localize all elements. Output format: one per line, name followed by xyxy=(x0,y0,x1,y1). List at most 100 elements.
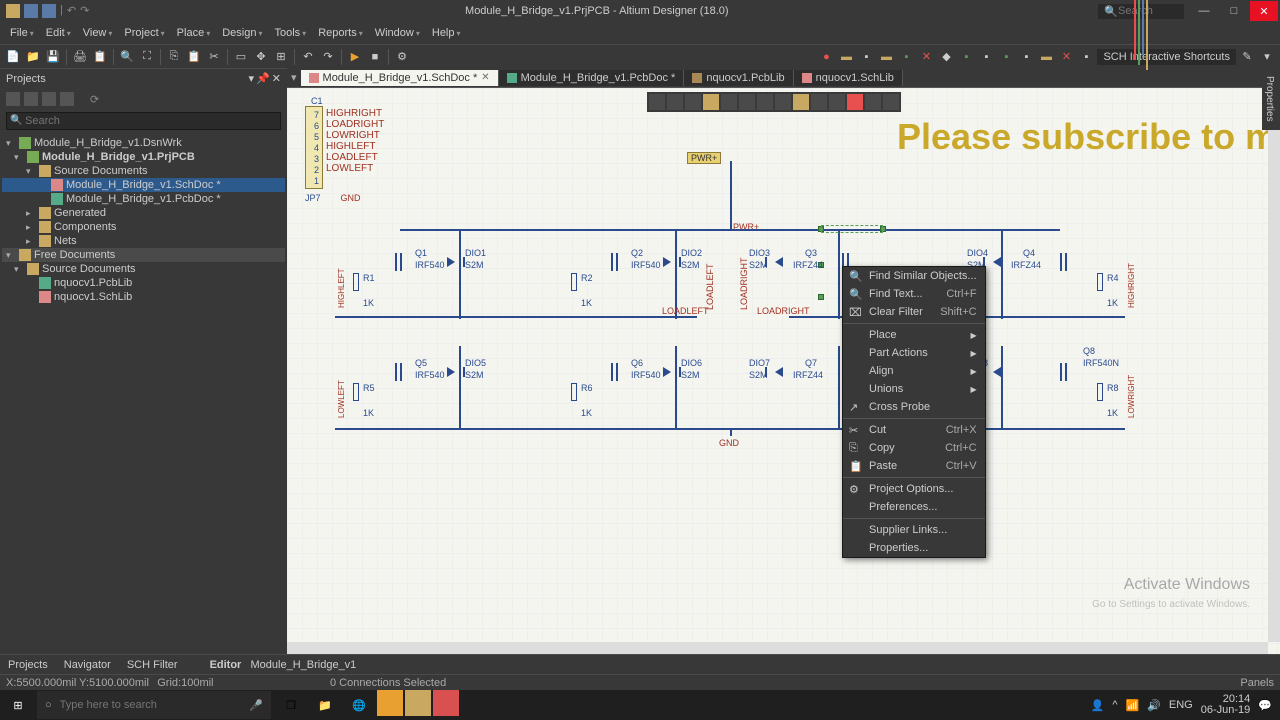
canvas-scroll-v[interactable] xyxy=(1268,88,1280,642)
ctx-project-options[interactable]: ⚙Project Options... xyxy=(843,480,985,498)
tree-free-docs[interactable]: ▾Free Documents xyxy=(2,248,285,262)
tool-run-icon[interactable]: ▶ xyxy=(346,48,364,66)
menu-file[interactable]: File▾ xyxy=(4,25,40,41)
ctx-cut[interactable]: ✂CutCtrl+X xyxy=(843,421,985,439)
tray-lang[interactable]: ENG xyxy=(1169,699,1193,711)
ctx-unions[interactable]: Unions▶ xyxy=(843,380,985,398)
rt-n-icon[interactable]: ▪ xyxy=(1077,48,1095,66)
menu-place[interactable]: Place▾ xyxy=(171,25,217,41)
r2[interactable] xyxy=(571,273,577,291)
app2-icon[interactable] xyxy=(433,690,459,716)
tab-close-icon[interactable]: ✕ xyxy=(481,72,489,83)
menu-tools[interactable]: Tools▾ xyxy=(268,25,312,41)
tab-pcbdoc[interactable]: Module_H_Bridge_v1.PcbDoc * xyxy=(499,70,685,86)
wire[interactable] xyxy=(459,229,461,263)
tree-source-docs[interactable]: ▾Source Documents xyxy=(2,164,285,178)
wire[interactable] xyxy=(400,229,1060,231)
rt-k-icon[interactable]: ▪ xyxy=(1017,48,1035,66)
rt-c-icon[interactable]: ▪ xyxy=(857,48,875,66)
wire[interactable] xyxy=(675,346,677,430)
tool-misc-icon[interactable]: ⚙ xyxy=(393,48,411,66)
rt-j-icon[interactable]: ▪ xyxy=(997,48,1015,66)
tree-project[interactable]: ▾Module_H_Bridge_v1.PrjPCB xyxy=(2,150,285,164)
tray-vol-icon[interactable]: 🔊 xyxy=(1147,699,1161,712)
rt-dd-icon[interactable]: ▾ xyxy=(1258,48,1276,66)
rt-a-icon[interactable]: ● xyxy=(817,48,835,66)
pwr-tag[interactable]: PWR+ xyxy=(687,152,721,164)
menu-reports[interactable]: Reports▾ xyxy=(312,25,369,41)
wire[interactable] xyxy=(459,316,697,318)
tool-zoom-icon[interactable]: 🔍 xyxy=(118,48,136,66)
tool-cut-icon[interactable]: ✂ xyxy=(205,48,223,66)
rt-l-icon[interactable]: ▬ xyxy=(1037,48,1055,66)
tree-schdoc[interactable]: Module_H_Bridge_v1.SchDoc * xyxy=(2,178,285,192)
r6[interactable] xyxy=(571,383,577,401)
altium-icon[interactable] xyxy=(405,690,431,716)
dio1[interactable] xyxy=(447,257,455,267)
q2[interactable] xyxy=(611,253,629,271)
ptool-2-icon[interactable] xyxy=(24,92,38,106)
ctx-place[interactable]: Place▶ xyxy=(843,326,985,344)
tray-clock[interactable]: 20:14 06-Jun-19 xyxy=(1201,694,1251,716)
sch-shortcuts-label[interactable]: SCH Interactive Shortcuts xyxy=(1097,49,1236,65)
ctx-find-text[interactable]: 🔍Find Text...Ctrl+F xyxy=(843,285,985,303)
tab-schlib[interactable]: nquocv1.SchLib xyxy=(794,70,903,86)
ptool-1-icon[interactable] xyxy=(6,92,20,106)
mic-icon[interactable]: 🎤 xyxy=(249,699,263,712)
wire[interactable] xyxy=(1001,263,1003,319)
wire[interactable] xyxy=(335,316,459,318)
ctx-clear-filter[interactable]: ⌧Clear FilterShift+C xyxy=(843,303,985,321)
tree-fd-pcblib[interactable]: nquocv1.PcbLib xyxy=(2,276,285,290)
tab-schdoc[interactable]: Module_H_Bridge_v1.SchDoc *✕ xyxy=(301,70,499,86)
rt-i-icon[interactable]: ▪ xyxy=(977,48,995,66)
dio5[interactable] xyxy=(447,367,455,377)
rt-b-icon[interactable]: ▬ xyxy=(837,48,855,66)
ctx-copy[interactable]: ⎘CopyCtrl+C xyxy=(843,439,985,457)
tree-fd-source[interactable]: ▾Source Documents xyxy=(2,262,285,276)
r5[interactable] xyxy=(353,383,359,401)
tab-pcblib[interactable]: nquocv1.PcbLib xyxy=(684,70,793,86)
redo-icon[interactable]: ↷ xyxy=(80,4,89,18)
tool-fit-icon[interactable]: ⛶ xyxy=(138,48,156,66)
tool-paste-icon[interactable]: 📋 xyxy=(185,48,203,66)
maximize-button[interactable]: □ xyxy=(1220,1,1248,21)
ptool-3-icon[interactable] xyxy=(42,92,56,106)
r4[interactable] xyxy=(1097,273,1103,291)
dio2[interactable] xyxy=(663,257,671,267)
dio4[interactable] xyxy=(993,257,1001,267)
ctx-properties[interactable]: Properties... xyxy=(843,539,985,557)
menu-project[interactable]: Project▾ xyxy=(118,25,170,41)
canvas-scroll-h[interactable] xyxy=(287,642,1268,654)
taskbar-search[interactable]: ○ 🎤 xyxy=(37,691,271,719)
panel-close-icon[interactable]: ✕ xyxy=(272,72,281,85)
ctx-part-actions[interactable]: Part Actions▶ xyxy=(843,344,985,362)
minimize-button[interactable]: — xyxy=(1190,1,1218,21)
chrome-icon[interactable]: 🌐 xyxy=(343,690,375,720)
q5[interactable] xyxy=(395,363,413,381)
q8[interactable] xyxy=(1049,363,1067,381)
tool-new-icon[interactable]: 📄 xyxy=(4,48,22,66)
wire[interactable] xyxy=(838,263,840,319)
save-icon[interactable] xyxy=(24,4,38,18)
ctx-paste[interactable]: 📋PasteCtrl+V xyxy=(843,457,985,475)
panel-dd-icon[interactable]: ▾ xyxy=(249,72,255,85)
taskbar-search-input[interactable] xyxy=(60,699,242,711)
dio6[interactable] xyxy=(663,367,671,377)
menu-help[interactable]: Help▾ xyxy=(426,25,467,41)
ctx-find-similar[interactable]: 🔍Find Similar Objects... xyxy=(843,267,985,285)
tool-grid-icon[interactable]: ⊞ xyxy=(272,48,290,66)
properties-tab[interactable]: Properties xyxy=(1262,68,1277,130)
menu-window[interactable]: Window▾ xyxy=(369,25,426,41)
tool-move-icon[interactable]: ✥ xyxy=(252,48,270,66)
saveall-icon[interactable] xyxy=(42,4,56,18)
close-button[interactable]: ✕ xyxy=(1250,1,1278,21)
tray-net-icon[interactable]: 📶 xyxy=(1126,699,1140,712)
schematic-canvas[interactable]: Please subscribe to my channel C1 7 6 5 … xyxy=(287,88,1280,654)
tree-generated[interactable]: ▸Generated xyxy=(2,206,285,220)
tool-redo2-icon[interactable]: ↷ xyxy=(319,48,337,66)
tray-people-icon[interactable]: 👤 xyxy=(1091,699,1105,712)
explorer-icon[interactable]: 📁 xyxy=(309,690,341,720)
ctx-cross-probe[interactable]: ↗Cross Probe xyxy=(843,398,985,416)
r1[interactable] xyxy=(353,273,359,291)
tabs-menu-icon[interactable]: ▾ xyxy=(287,71,301,84)
